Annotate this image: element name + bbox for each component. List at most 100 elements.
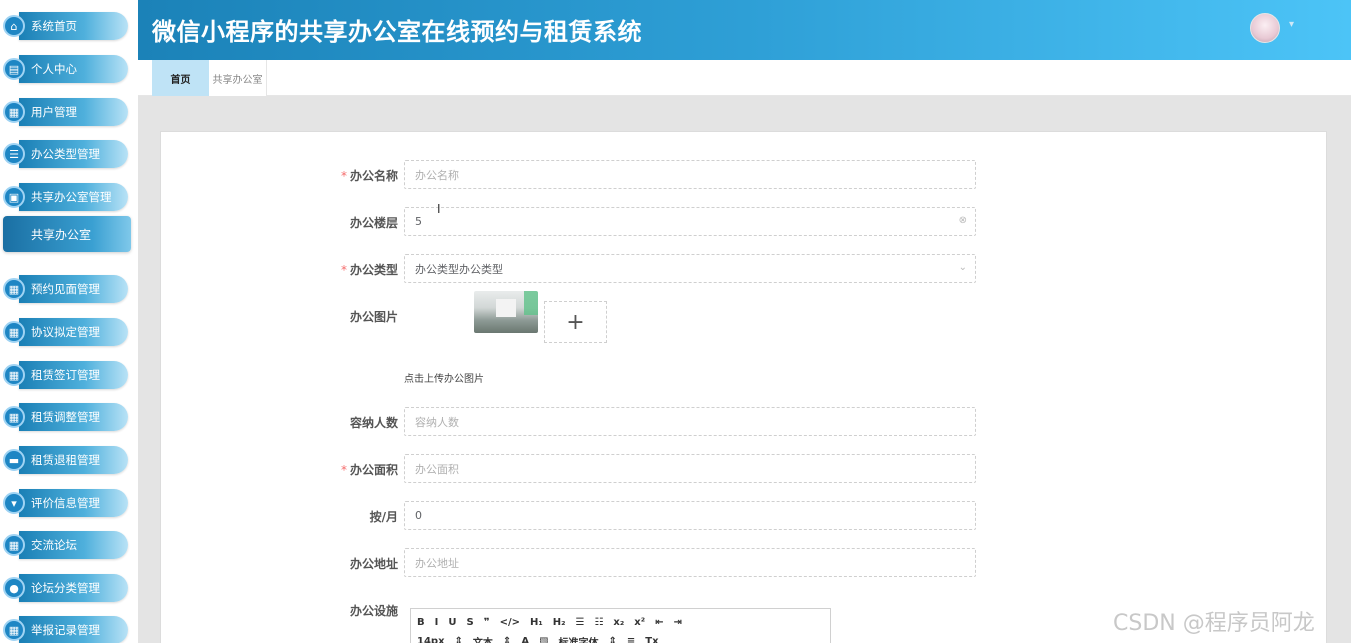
upload-hint: 点击上传办公图片	[404, 374, 484, 385]
monthly-price-input[interactable]: 0	[404, 501, 976, 530]
sidebar-item[interactable]: ⌂ 系统首页	[3, 11, 128, 41]
sidebar-item-label: 租赁退租管理	[19, 446, 128, 474]
editor-tool-button[interactable]: ▧	[539, 636, 548, 643]
building-icon: ▣	[3, 186, 25, 208]
chevron-down-icon: ⌄	[958, 262, 967, 273]
app-title: 微信小程序的共享办公室在线预约与租赁系统	[152, 18, 642, 46]
editor-tool-button[interactable]: 文本	[473, 634, 493, 643]
sidebar-item-label: 共享办公室管理	[19, 183, 128, 211]
editor-tool-button[interactable]: ⇕	[503, 636, 511, 643]
sidebar-item-label: 评价信息管理	[19, 489, 128, 517]
editor-tool-button[interactable]: ⇤	[655, 617, 663, 628]
editor-tool-button[interactable]: ⇥	[674, 617, 682, 628]
sidebar-item[interactable]: ▦ 协议拟定管理	[3, 317, 128, 347]
editor-tool-button[interactable]: ⇕	[455, 636, 463, 643]
capacity-input[interactable]: 容纳人数	[404, 407, 976, 436]
sidebar: ⌂ 系统首页 ▤ 个人中心 ▦ 用户管理 ☰ 办公类型管理 ▣ 共享办公室管理 ▦ 预约见面管理 ▦ 协议…	[0, 0, 138, 643]
sidebar-item-label: 举报记录管理	[19, 616, 128, 643]
table-icon: ▦	[3, 364, 25, 386]
avatar[interactable]	[1250, 13, 1280, 43]
editor-tool-button[interactable]: B	[417, 617, 425, 628]
sidebar-item[interactable]: ▦ 租赁调整管理	[3, 402, 128, 432]
tab-shared-office[interactable]: 共享办公室	[209, 60, 267, 96]
editor-tool-button[interactable]: 14px	[417, 636, 445, 643]
office-floor-input[interactable]: 5 ⊗	[404, 207, 976, 236]
office-name-input[interactable]: 办公名称	[404, 160, 976, 189]
area-label: * 办公面积	[340, 463, 398, 477]
monthly-label: 按/月	[369, 510, 398, 524]
upload-image-button[interactable]: +	[544, 301, 607, 343]
watermark: CSDN @程序员阿龙	[1113, 611, 1315, 636]
sidebar-item[interactable]: ▤ 个人中心	[3, 54, 128, 84]
name-label: * 办公名称	[340, 169, 398, 183]
sidebar-item[interactable]: ▦ 预约见面管理	[3, 274, 128, 304]
grid-icon: ▦	[3, 278, 25, 300]
tab-home[interactable]: 首页	[152, 60, 209, 96]
profile-icon: ▤	[3, 58, 25, 80]
grid-icon: ▦	[3, 101, 25, 123]
grid-icon: ▦	[3, 321, 25, 343]
image-label: 办公图片	[349, 310, 398, 324]
sidebar-item[interactable]: ☰ 办公类型管理	[3, 139, 128, 169]
sidebar-item-label: 个人中心	[19, 55, 128, 83]
sidebar-item[interactable]: ▦ 举报记录管理	[3, 615, 128, 643]
text-cursor-icon: I	[437, 202, 441, 216]
editor-tool-button[interactable]: H₁	[530, 617, 543, 628]
editor-toolbar-row: 14px ⇕ 文本 ⇕ A ▧ 标准字体 ⇕ ≡ Tx	[417, 634, 669, 643]
sidebar-item-label: 协议拟定管理	[19, 318, 128, 346]
editor-tool-button[interactable]: S	[466, 617, 473, 628]
editor-tool-button[interactable]: x₂	[613, 617, 624, 628]
office-image-thumbnail[interactable]	[474, 291, 538, 333]
editor-tool-button[interactable]: ☰	[575, 617, 584, 628]
sidebar-item-label: 租赁调整管理	[19, 403, 128, 431]
sidebar-item-label: 办公类型管理	[19, 140, 128, 168]
editor-tool-button[interactable]: H₂	[553, 617, 566, 628]
editor-tool-button[interactable]: ⇕	[609, 636, 617, 643]
header: 微信小程序的共享办公室在线预约与租赁系统 ▾	[138, 0, 1351, 60]
facilities-label: 办公设施	[349, 604, 398, 618]
grid-icon: ▦	[3, 406, 25, 428]
editor-tool-button[interactable]: U	[448, 617, 456, 628]
address-input[interactable]: 办公地址	[404, 548, 976, 577]
editor-tool-button[interactable]: </>	[500, 617, 520, 628]
editor-tool-button[interactable]: A	[521, 636, 529, 643]
sidebar-item-label: 交流论坛	[19, 531, 128, 559]
editor-toolbar-row: B I U S ❞ </> H₁ H₂ ☰ ☷ x₂ x² ⇤ ⇥	[417, 617, 692, 628]
chevron-down-icon[interactable]: ▾	[1289, 19, 1294, 30]
sidebar-item[interactable]: ▣ 共享办公室管理	[3, 182, 128, 212]
sidebar-item[interactable]: ▦ 租赁签订管理	[3, 360, 128, 390]
grid-icon: ▦	[3, 534, 25, 556]
clear-icon[interactable]: ⊗	[959, 215, 967, 226]
capacity-label: 容纳人数	[349, 416, 398, 430]
editor-tool-button[interactable]: ❞	[484, 617, 490, 628]
list-icon: ☰	[3, 143, 25, 165]
editor-tool-button[interactable]: ☷	[594, 617, 603, 628]
comment-icon: ▾	[3, 492, 25, 514]
editor-tool-button[interactable]: x²	[634, 617, 645, 628]
sidebar-item[interactable]: ▾ 评价信息管理	[3, 488, 128, 518]
tabs-bar: 首页 共享办公室	[138, 60, 1351, 96]
sidebar-item-label: 系统首页	[19, 12, 128, 40]
sidebar-subitem-shared-office[interactable]: 共享办公室	[3, 216, 131, 252]
editor-tool-button[interactable]: I	[435, 617, 439, 628]
address-label: 办公地址	[349, 557, 398, 571]
monitor-icon: ▬	[3, 449, 25, 471]
type-label: * 办公类型	[340, 263, 398, 277]
sidebar-item[interactable]: ● 论坛分类管理	[3, 573, 128, 603]
user-icon: ●	[3, 577, 25, 599]
editor-tool-button[interactable]: ≡	[627, 636, 635, 643]
sidebar-item[interactable]: ▦ 交流论坛	[3, 530, 128, 560]
editor-tool-button[interactable]: 标准字体	[559, 634, 599, 643]
sidebar-item[interactable]: ▦ 用户管理	[3, 97, 128, 127]
grid-icon: ▦	[3, 619, 25, 641]
sidebar-item-label: 预约见面管理	[19, 275, 128, 303]
home-icon: ⌂	[3, 15, 25, 37]
sidebar-item[interactable]: ▬ 租赁退租管理	[3, 445, 128, 475]
sidebar-item-label: 用户管理	[19, 98, 128, 126]
editor-tool-button[interactable]: Tx	[645, 636, 658, 643]
area-input[interactable]: 办公面积	[404, 454, 976, 483]
floor-label: 办公楼层	[349, 216, 398, 230]
rich-text-editor[interactable]: BIUS ❞ </> H₁ H₂ ☰ ☷ x₂ x² ⇤ ⇥ 14px ⇕ 文本 ⇕ A ▧ 标准字体 ⇕ ≡ Tx	[410, 608, 831, 643]
office-type-select[interactable]: 办公类型办公类型 ⌄	[404, 254, 976, 283]
sidebar-item-label: 论坛分类管理	[19, 574, 128, 602]
